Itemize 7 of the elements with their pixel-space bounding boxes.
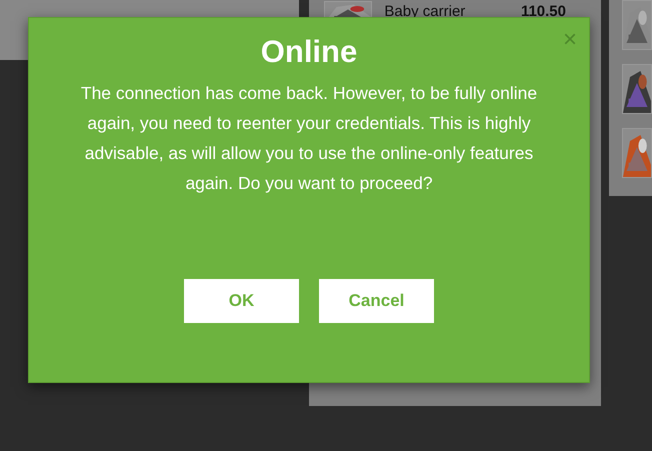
dialog-title: Online xyxy=(260,33,358,71)
product-name: Baby carrier xyxy=(384,2,466,22)
dialog-button[interactable]: Cancel xyxy=(319,279,434,323)
close-button[interactable]: × xyxy=(562,28,577,52)
dialog-message: The connection has come back. However, to be fully online again, you need to reenter your credentials. This is highly advisable, as will allow you to use the online-only features again. Do you want to proceed? xyxy=(80,82,538,195)
product-price: 110.50 xyxy=(520,2,566,22)
dialog-button[interactable]: OK xyxy=(184,279,299,323)
